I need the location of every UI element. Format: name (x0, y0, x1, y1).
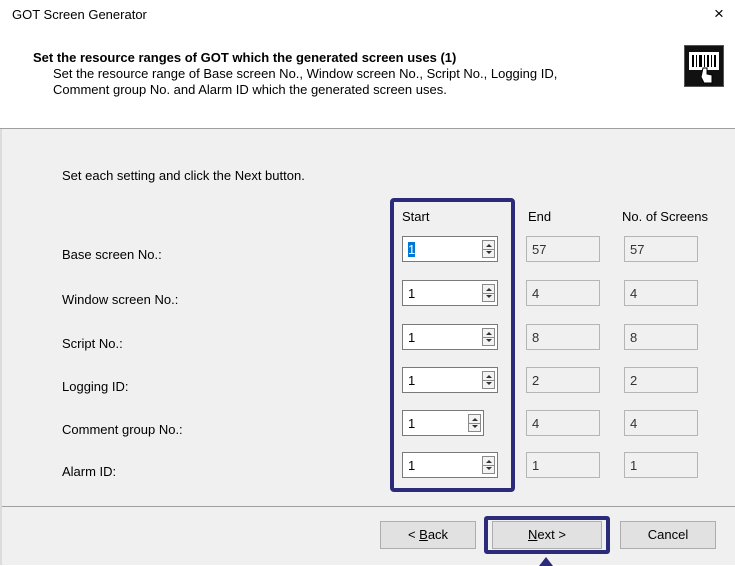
start-column-highlight (390, 198, 515, 492)
row-label-window-screen: Window screen No.: (62, 292, 179, 307)
end-value: 8 (532, 330, 540, 345)
end-value: 4 (532, 286, 540, 301)
script-end-field: 8 (526, 324, 600, 350)
alarm-id-count-field: 1 (624, 452, 698, 478)
screens-value: 8 (630, 330, 638, 345)
screens-value: 4 (630, 416, 638, 431)
row-label-alarm-id: Alarm ID: (62, 464, 117, 479)
footer-divider (0, 506, 735, 507)
window-title: GOT Screen Generator (12, 7, 147, 22)
screens-value: 1 (630, 458, 638, 473)
end-value: 1 (532, 458, 540, 473)
alarm-id-end-field: 1 (526, 452, 600, 478)
column-header-screens: No. of Screens (622, 209, 708, 224)
window-screen-end-field: 4 (526, 280, 600, 306)
base-screen-end-field: 57 (526, 236, 600, 262)
logging-id-count-field: 2 (624, 367, 698, 393)
barcode-hand-icon (684, 45, 724, 87)
row-label-script: Script No.: (62, 336, 123, 351)
column-header-end: End (528, 209, 552, 224)
back-button-mnemonic: B (419, 527, 428, 542)
wizard-header: Set the resource ranges of GOT which the… (0, 34, 735, 129)
row-label-logging-id: Logging ID: (62, 379, 129, 394)
close-icon[interactable]: × (714, 4, 724, 24)
title-bar: GOT Screen Generator × (0, 0, 735, 34)
screens-value: 4 (630, 286, 638, 301)
step-description-line1: Set the resource range of Base screen No… (53, 66, 558, 81)
end-value: 4 (532, 416, 540, 431)
back-button-prefix: < (407, 527, 420, 542)
back-button[interactable]: < Back (380, 521, 476, 549)
base-screen-count-field: 57 (624, 236, 698, 262)
window-border (0, 129, 2, 565)
row-label-base-screen: Base screen No.: (62, 247, 162, 262)
next-button-highlight (484, 516, 610, 554)
step-title: Set the resource ranges of GOT which the… (33, 50, 457, 65)
screens-value: 2 (630, 373, 638, 388)
screens-value: 57 (630, 242, 645, 257)
end-value: 57 (532, 242, 547, 257)
end-value: 2 (532, 373, 540, 388)
wizard-body: Set each setting and click the Next butt… (0, 129, 735, 566)
window-screen-count-field: 4 (624, 280, 698, 306)
comment-group-count-field: 4 (624, 410, 698, 436)
comment-group-end-field: 4 (526, 410, 600, 436)
instruction-text: Set each setting and click the Next butt… (62, 168, 305, 183)
row-label-comment-group: Comment group No.: (62, 422, 183, 437)
cancel-button[interactable]: Cancel (620, 521, 716, 549)
step-description-line2: Comment group No. and Alarm ID which the… (53, 82, 447, 97)
script-count-field: 8 (624, 324, 698, 350)
back-button-rest: ack (427, 527, 449, 542)
logging-id-end-field: 2 (526, 367, 600, 393)
